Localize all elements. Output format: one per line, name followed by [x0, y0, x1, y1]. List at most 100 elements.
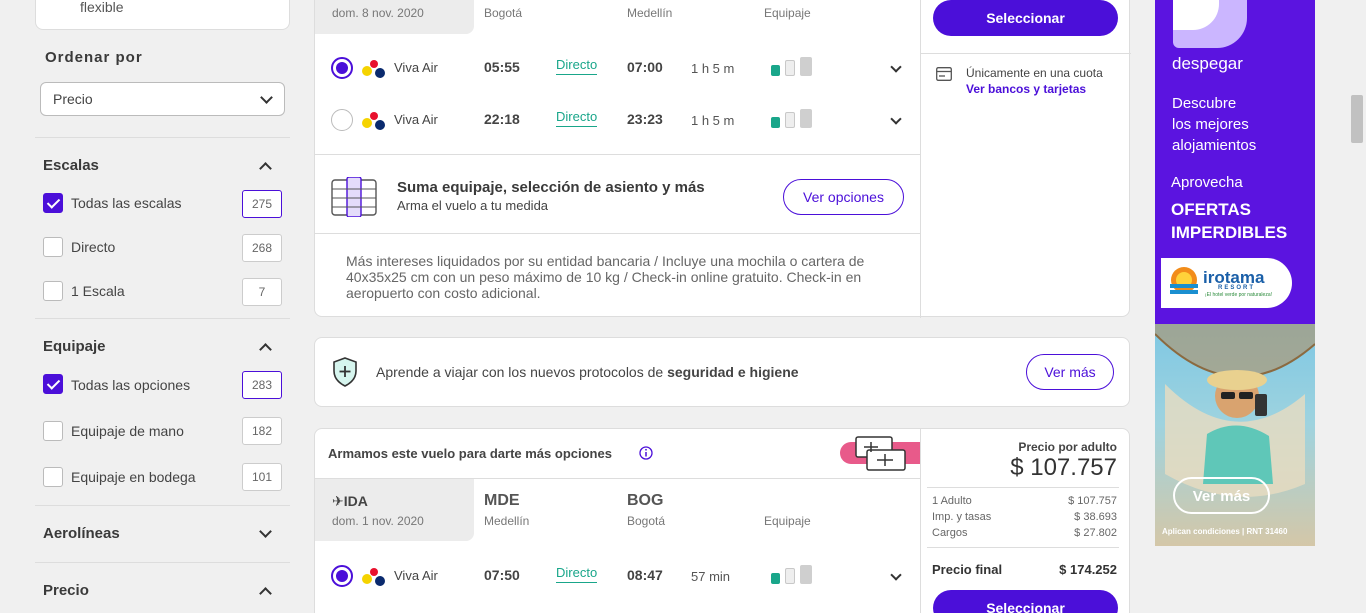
destination-code: BOG: [627, 492, 664, 509]
checkbox-all-stops[interactable]: [43, 193, 63, 213]
viva-air-logo: [362, 112, 388, 132]
expand-chevron-icon[interactable]: [890, 113, 902, 125]
divider: [35, 137, 290, 138]
chevron-down-icon[interactable]: [259, 525, 272, 538]
page-scrollbar-track[interactable]: [1348, 0, 1366, 613]
resort-tagline: ¡El hotel verde por naturaleza!: [1205, 292, 1272, 298]
divider: [35, 318, 290, 319]
upsell-title: Suma equipaje, selección de asiento y má…: [397, 179, 705, 196]
flight-radio[interactable]: [331, 565, 353, 587]
checkbox-one-stop[interactable]: [43, 281, 63, 301]
viva-air-logo: [362, 568, 388, 588]
expand-chevron-icon[interactable]: [890, 61, 902, 73]
divider: [35, 505, 290, 506]
price-filter-title[interactable]: Precio: [43, 582, 89, 599]
ad-line: los mejores: [1172, 116, 1249, 133]
divider: [920, 0, 921, 318]
ad-banner[interactable]: despegar Descubre los mejores alojamient…: [1155, 0, 1315, 546]
direction-text: IDA: [343, 493, 368, 509]
flight-card: Armamos este vuelo para darte más opcion…: [314, 428, 1130, 613]
arrival-time: 07:00: [627, 59, 663, 75]
departure-time: 22:18: [484, 111, 520, 127]
flight-duration: 57 min: [691, 569, 731, 584]
divider: [927, 547, 1119, 548]
credit-card-icon: [936, 67, 952, 81]
viva-air-logo: [362, 60, 388, 80]
price-row-label: 1 Adulto: [932, 495, 972, 507]
select-button[interactable]: Seleccionar: [933, 0, 1118, 36]
baggage-option-count: 283: [242, 371, 282, 399]
see-options-button[interactable]: Ver opciones: [783, 179, 904, 215]
checkbox-hold-baggage[interactable]: [43, 467, 63, 487]
checkbox-direct[interactable]: [43, 237, 63, 257]
ad-disclaimer: Aplican condiciones | RNT 31460: [1162, 527, 1288, 536]
expand-chevron-icon[interactable]: [890, 569, 902, 581]
flexible-label: flexible: [80, 0, 124, 15]
airline-name: Viva Air: [394, 60, 438, 75]
stops-option-label: Directo: [71, 239, 116, 255]
upsell-subtitle: Arma el vuelo a tu medida: [397, 198, 549, 213]
final-price: $ 174.252: [1059, 562, 1117, 577]
combo-flight-header: Armamos este vuelo para darte más opcion…: [328, 446, 612, 461]
direct-badge[interactable]: Directo: [556, 57, 598, 75]
price-row-label: Imp. y tasas: [932, 511, 992, 523]
select-button[interactable]: Seleccionar: [933, 590, 1118, 613]
baggage-column-label: Equipaje: [764, 6, 811, 20]
ad-line: alojamientos: [1172, 137, 1257, 154]
arrival-time: 08:47: [627, 567, 663, 583]
price-per-adult: $ 107.757: [1010, 454, 1117, 481]
destination-city: Medellín: [627, 6, 673, 20]
info-icon[interactable]: [639, 446, 653, 460]
direct-badge[interactable]: Directo: [556, 565, 598, 583]
ad-see-more-button[interactable]: Ver más: [1173, 477, 1270, 514]
chevron-up-icon[interactable]: [259, 587, 272, 600]
banks-cards-link[interactable]: Ver bancos y tarjetas: [966, 82, 1086, 96]
seat-map-icon: [331, 177, 377, 217]
see-more-button[interactable]: Ver más: [1026, 354, 1114, 390]
ad-brand: despegar: [1172, 54, 1243, 73]
page-scrollbar-thumb[interactable]: [1351, 95, 1363, 143]
flight-card: dom. 8 nov. 2020 Bogotá Medellín Equipaj…: [314, 0, 1131, 318]
checkbox-hand-baggage[interactable]: [43, 421, 63, 441]
safety-text-pre: Aprende a viajar con los nuevos protocol…: [376, 364, 668, 380]
beach-photo: Ver más Aplican condiciones | RNT 31460: [1155, 324, 1315, 546]
ad-line: IMPERDIBLES: [1171, 223, 1288, 242]
safety-text-bold: seguridad e higiene: [667, 364, 799, 380]
stops-title: Escalas: [43, 157, 99, 174]
flight-radio[interactable]: [331, 109, 353, 131]
divider: [35, 562, 290, 563]
arrival-time: 23:23: [627, 111, 663, 127]
divider: [315, 154, 920, 155]
airlines-filter-title[interactable]: Aerolíneas: [43, 525, 120, 542]
stops-option-count: 275: [242, 190, 282, 218]
flight-date: dom. 1 nov. 2020: [332, 514, 424, 528]
price-row-value: $ 38.693: [1074, 511, 1117, 523]
safety-banner: Aprende a viajar con los nuevos protocol…: [314, 337, 1130, 407]
sun-icon: [1170, 267, 1198, 294]
flexible-filter-card: flexible: [35, 0, 290, 30]
flight-radio[interactable]: [331, 57, 353, 79]
ad-line: Aprovecha: [1171, 174, 1243, 191]
baggage-option-count: 182: [242, 417, 282, 445]
destination-city: Bogotá: [627, 514, 666, 528]
divider: [315, 233, 920, 234]
fare-conditions-note: Más intereses liquidados por su entidad …: [346, 253, 865, 301]
chevron-up-icon[interactable]: [259, 162, 272, 175]
irotama-logo: irotama RESORT ¡El hotel verde por natur…: [1161, 258, 1292, 308]
direct-badge[interactable]: Directo: [556, 109, 598, 127]
stops-option-label: Todas las escalas: [71, 195, 182, 211]
final-price-label: Precio final: [932, 562, 1003, 577]
flight-duration: 1 h 5 m: [691, 113, 735, 128]
price-row-value: $ 107.757: [1068, 495, 1117, 507]
checkbox-all-baggage[interactable]: [43, 374, 63, 394]
price-row-value: $ 27.802: [1074, 527, 1117, 539]
chevron-up-icon[interactable]: [259, 343, 272, 356]
departure-time: 05:55: [484, 59, 520, 75]
origin-code: MDE: [484, 492, 520, 509]
sort-select[interactable]: Precio: [40, 82, 285, 116]
direction-tab: [315, 479, 474, 541]
baggage-option-label: Equipaje de mano: [71, 423, 184, 439]
baggage-option-count: 101: [242, 463, 282, 491]
stops-option-count: 7: [242, 278, 282, 306]
baggage-title: Equipaje: [43, 338, 106, 355]
